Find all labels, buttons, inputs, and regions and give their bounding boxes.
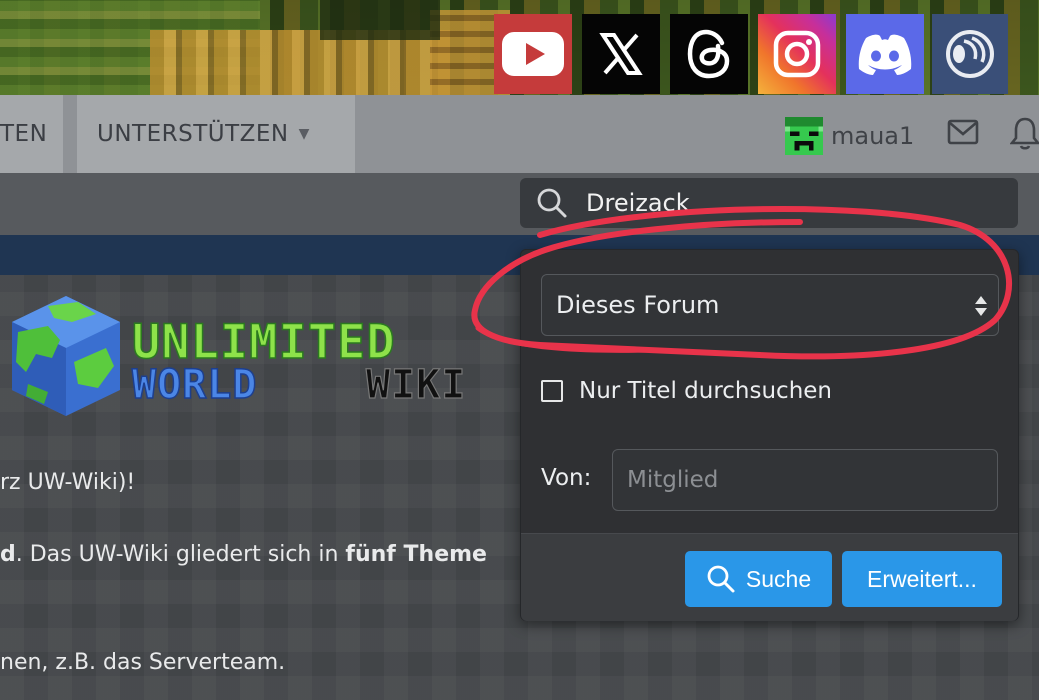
- bell-icon[interactable]: [1010, 116, 1039, 150]
- chevron-down-icon: ▼: [298, 126, 310, 142]
- threads-link[interactable]: [670, 14, 748, 94]
- instagram-icon: [773, 30, 821, 78]
- title-only-checkbox[interactable]: [541, 380, 563, 402]
- threads-icon: [687, 29, 730, 79]
- nav-tab-label: UNTERSTÜTZEN: [97, 121, 289, 147]
- mail-icon[interactable]: [947, 119, 979, 145]
- search-scope-select[interactable]: Dieses Forum: [541, 274, 999, 336]
- content-paragraph: nen, z.B. das Serverteam.: [0, 650, 285, 675]
- banner-scenery: [320, 0, 440, 40]
- content-bold: d: [0, 542, 16, 567]
- discord-link[interactable]: [846, 14, 924, 94]
- content-bold: fünf Theme: [345, 542, 487, 567]
- content-paragraph: rz UW-Wiki)!: [0, 470, 135, 495]
- x-icon: [599, 33, 643, 75]
- title-only-label: Nur Titel durchsuchen: [579, 378, 833, 404]
- advanced-search-label: Erweitert...: [867, 565, 977, 592]
- nav-tab-previous[interactable]: TEN: [0, 95, 63, 173]
- logo-line2-wiki: WIKI: [366, 362, 466, 408]
- globe-cube-icon: [12, 296, 120, 416]
- advanced-search-button[interactable]: Erweitert...: [842, 551, 1002, 607]
- member-input[interactable]: [612, 449, 998, 511]
- search-dropdown: Dieses Forum Nur Titel durchsuchen Von: …: [520, 249, 1019, 621]
- avatar[interactable]: [785, 117, 823, 155]
- teamspeak-icon: [946, 30, 994, 78]
- username[interactable]: maua1: [831, 117, 914, 155]
- wiki-logo: UNLIMITED WORLD WIKI: [12, 296, 466, 416]
- search-button[interactable]: Suche: [685, 551, 832, 607]
- search-button-label: Suche: [745, 565, 812, 592]
- instagram-link[interactable]: [758, 14, 836, 94]
- youtube-link[interactable]: [494, 14, 572, 94]
- search-scope-value: Dieses Forum: [556, 291, 720, 319]
- search-dropdown-footer: Suche Erweitert...: [521, 533, 1018, 621]
- title-only-option[interactable]: Nur Titel durchsuchen: [541, 378, 832, 404]
- from-label: Von:: [541, 465, 592, 491]
- content-paragraph: d. Das UW-Wiki gliedert sich in fünf The…: [0, 542, 487, 567]
- search-icon: [707, 565, 735, 593]
- content-text: nen, z.B. das Serverteam.: [0, 650, 286, 675]
- content-text: . Das UW-Wiki gliedert sich in: [15, 542, 346, 567]
- x-link[interactable]: [582, 14, 660, 94]
- nav-tab-support[interactable]: UNTERSTÜTZEN ▼: [77, 95, 355, 173]
- content-text: rz UW-Wiki)!: [0, 470, 136, 495]
- select-arrows-icon: [975, 296, 987, 316]
- logo-line2-world: WORLD: [132, 362, 257, 408]
- teamspeak-link[interactable]: [932, 14, 1008, 94]
- nav-tab-label: TEN: [0, 121, 48, 147]
- search-bar: [520, 178, 1018, 228]
- discord-icon: [858, 34, 912, 75]
- youtube-icon: [502, 32, 564, 76]
- search-input[interactable]: [586, 189, 966, 217]
- search-icon: [537, 188, 567, 218]
